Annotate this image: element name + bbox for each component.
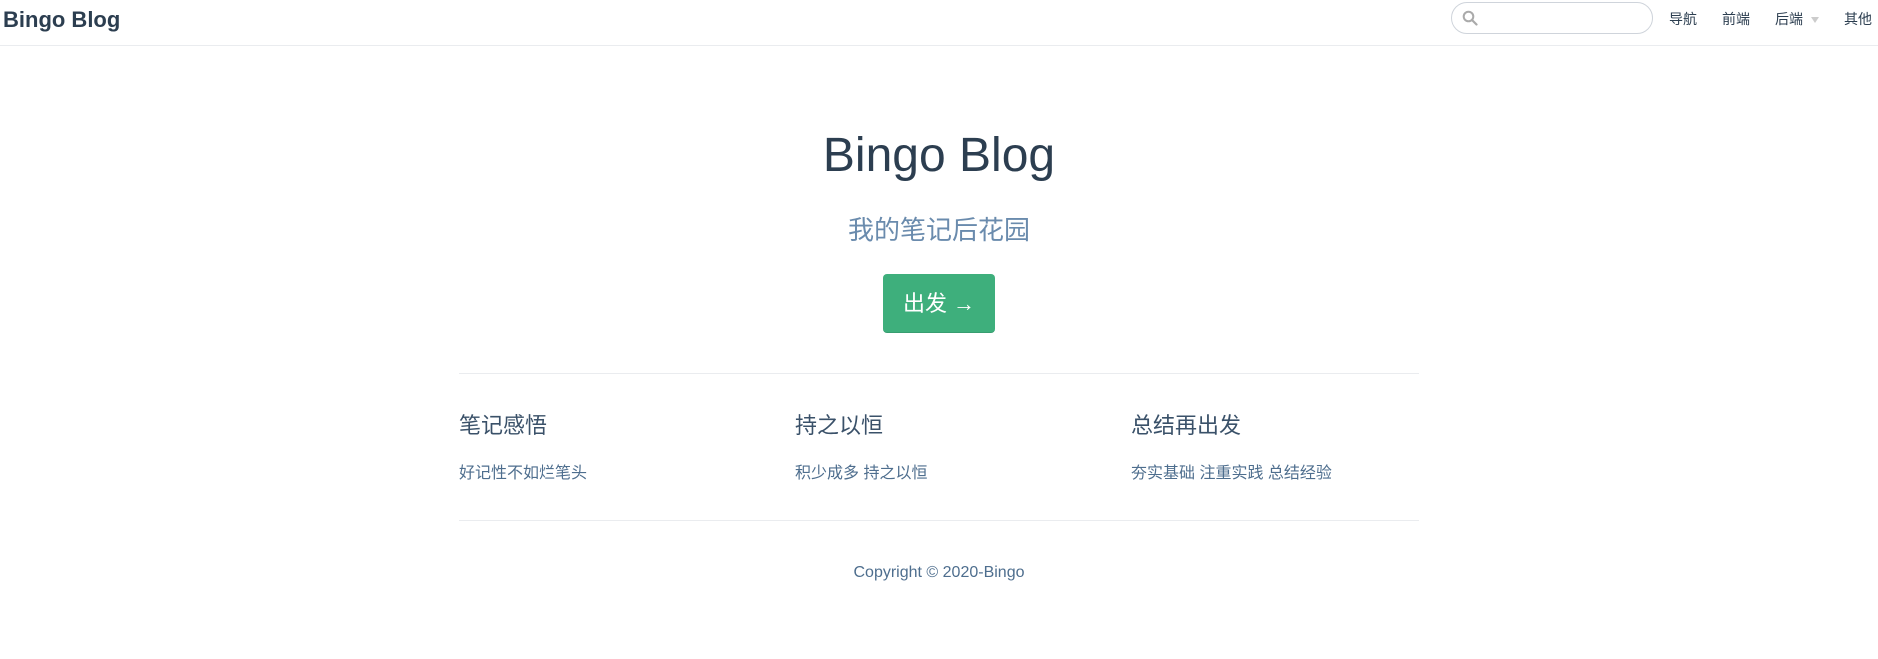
features-top-divider xyxy=(459,373,1419,374)
nav-item-navigation[interactable]: 导航 xyxy=(1669,9,1697,29)
feature-card: 总结再出发 夯实基础 注重实践 总结经验 xyxy=(1131,410,1421,486)
nav-item-frontend[interactable]: 前端 xyxy=(1722,9,1750,29)
footer-divider xyxy=(459,520,1419,521)
navbar: Bingo Blog 导航 前端 后端 其他 xyxy=(0,0,1878,46)
dropdown-caret-icon xyxy=(1811,17,1819,23)
nav-item-label: 其他 xyxy=(1844,11,1872,27)
feature-details: 积少成多 持之以恒 xyxy=(795,465,928,482)
feature-title: 笔记感悟 xyxy=(459,413,548,438)
nav-links: 导航 前端 后端 其他 xyxy=(1669,9,1872,29)
feature-card: 持之以恒 积少成多 持之以恒 xyxy=(795,410,1085,486)
nav-item-backend-dropdown[interactable]: 后端 xyxy=(1775,9,1819,29)
feature-title: 持之以恒 xyxy=(795,413,884,438)
footer-copyright: Copyright © 2020-Bingo xyxy=(853,564,1025,581)
feature-title: 总结再出发 xyxy=(1131,413,1242,438)
nav-item-label: 前端 xyxy=(1722,11,1750,27)
search-icon xyxy=(1462,10,1478,26)
feature-card: 笔记感悟 好记性不如烂笔头 xyxy=(459,410,749,486)
nav-item-label: 导航 xyxy=(1669,11,1697,27)
get-started-button[interactable]: 出发 → xyxy=(883,274,995,333)
feature-details: 好记性不如烂笔头 xyxy=(459,465,588,482)
feature-details: 夯实基础 注重实践 总结经验 xyxy=(1131,465,1332,482)
nav-item-label: 后端 xyxy=(1775,11,1803,27)
search-input[interactable] xyxy=(1484,7,1648,31)
hero-description: 我的笔记后花园 xyxy=(847,215,1030,245)
search-box[interactable] xyxy=(1451,2,1653,34)
site-name-link[interactable]: Bingo Blog xyxy=(3,7,120,33)
nav-item-other[interactable]: 其他 xyxy=(1844,9,1872,29)
hero-title: Bingo Blog xyxy=(822,129,1056,182)
